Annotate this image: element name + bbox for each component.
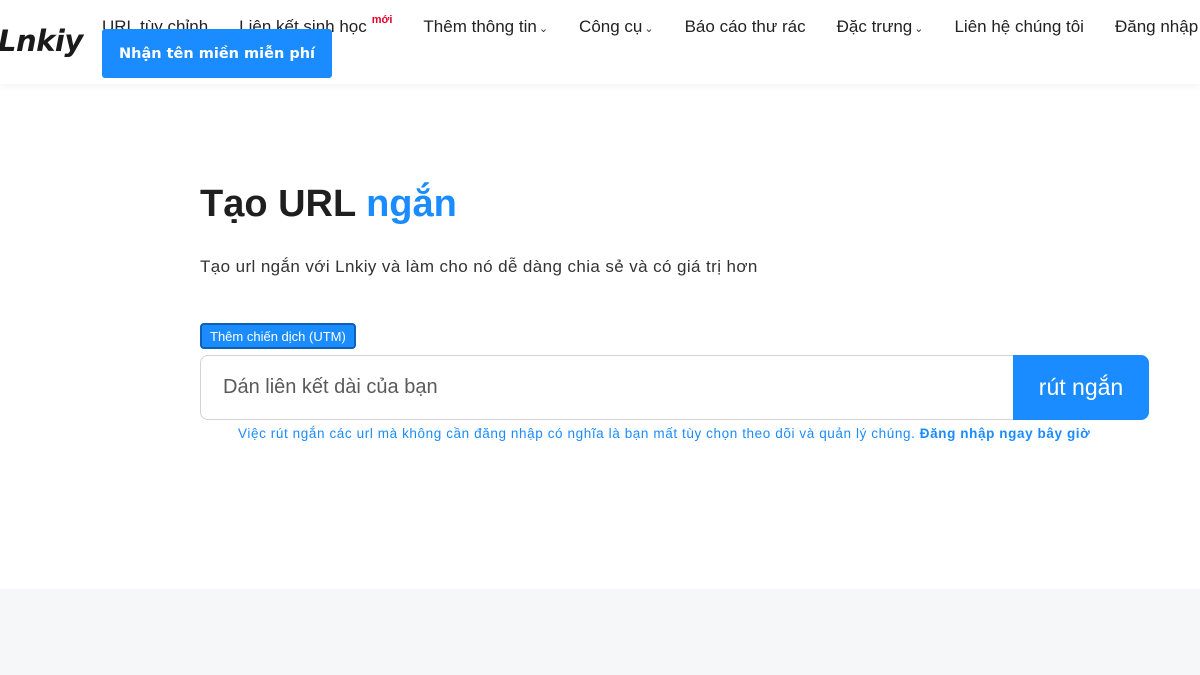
- login-now-link[interactable]: Đăng nhập ngay bây giờ: [920, 426, 1091, 441]
- login-note: Việc rút ngắn các url mà không cần đăng …: [238, 426, 1090, 441]
- nav-item-label: Đăng nhập: [1114, 17, 1199, 36]
- nav-item-label: Công cụ: [579, 17, 643, 36]
- nav-item-login[interactable]: Đăng nhập: [1115, 17, 1198, 37]
- nav-item-report-spam[interactable]: Báo cáo thư rác: [685, 17, 806, 37]
- add-utm-campaign-button[interactable]: Thêm chiến dịch (UTM): [200, 323, 356, 349]
- nav-item-label: Liên hệ chúng tôi: [954, 17, 1084, 36]
- nav-item-label: Đặc trưng: [836, 17, 913, 36]
- site-header: Lnkiy URL tùy chỉnh Liên kết sinh học mớ…: [0, 0, 1200, 84]
- nav-item-label: Thêm thông tin: [423, 17, 537, 36]
- footer-band: [0, 589, 1200, 675]
- new-badge: mới: [371, 14, 393, 26]
- free-domain-button[interactable]: Nhận tên miền miễn phí: [102, 29, 332, 78]
- chevron-down-icon: ⌄: [644, 23, 654, 35]
- nav-item-features[interactable]: Đặc trưng ⌄: [837, 17, 924, 37]
- nav-item-label: Báo cáo thư rác: [684, 17, 806, 36]
- login-note-text: Việc rút ngắn các url mà không cần đăng …: [238, 426, 916, 441]
- brand-logo[interactable]: Lnkiy: [0, 24, 83, 58]
- chevron-down-icon: ⌄: [914, 23, 924, 35]
- page-title: Tạo URL ngắn: [200, 183, 457, 226]
- long-url-input[interactable]: [200, 355, 1013, 420]
- page-subtitle: Tạo url ngắn với Lnkiy và làm cho nó dễ …: [200, 257, 758, 276]
- title-main: Tạo URL: [200, 183, 356, 225]
- title-accent: ngắn: [366, 183, 457, 225]
- chevron-down-icon: ⌄: [538, 23, 549, 35]
- nav-item-tools[interactable]: Công cụ ⌄: [579, 17, 654, 37]
- nav-item-contact[interactable]: Liên hệ chúng tôi: [954, 17, 1084, 37]
- nav-item-more-info[interactable]: Thêm thông tin ⌄: [423, 17, 548, 37]
- shorten-form: rút ngắn: [200, 355, 1149, 420]
- shorten-button[interactable]: rút ngắn: [1013, 355, 1149, 420]
